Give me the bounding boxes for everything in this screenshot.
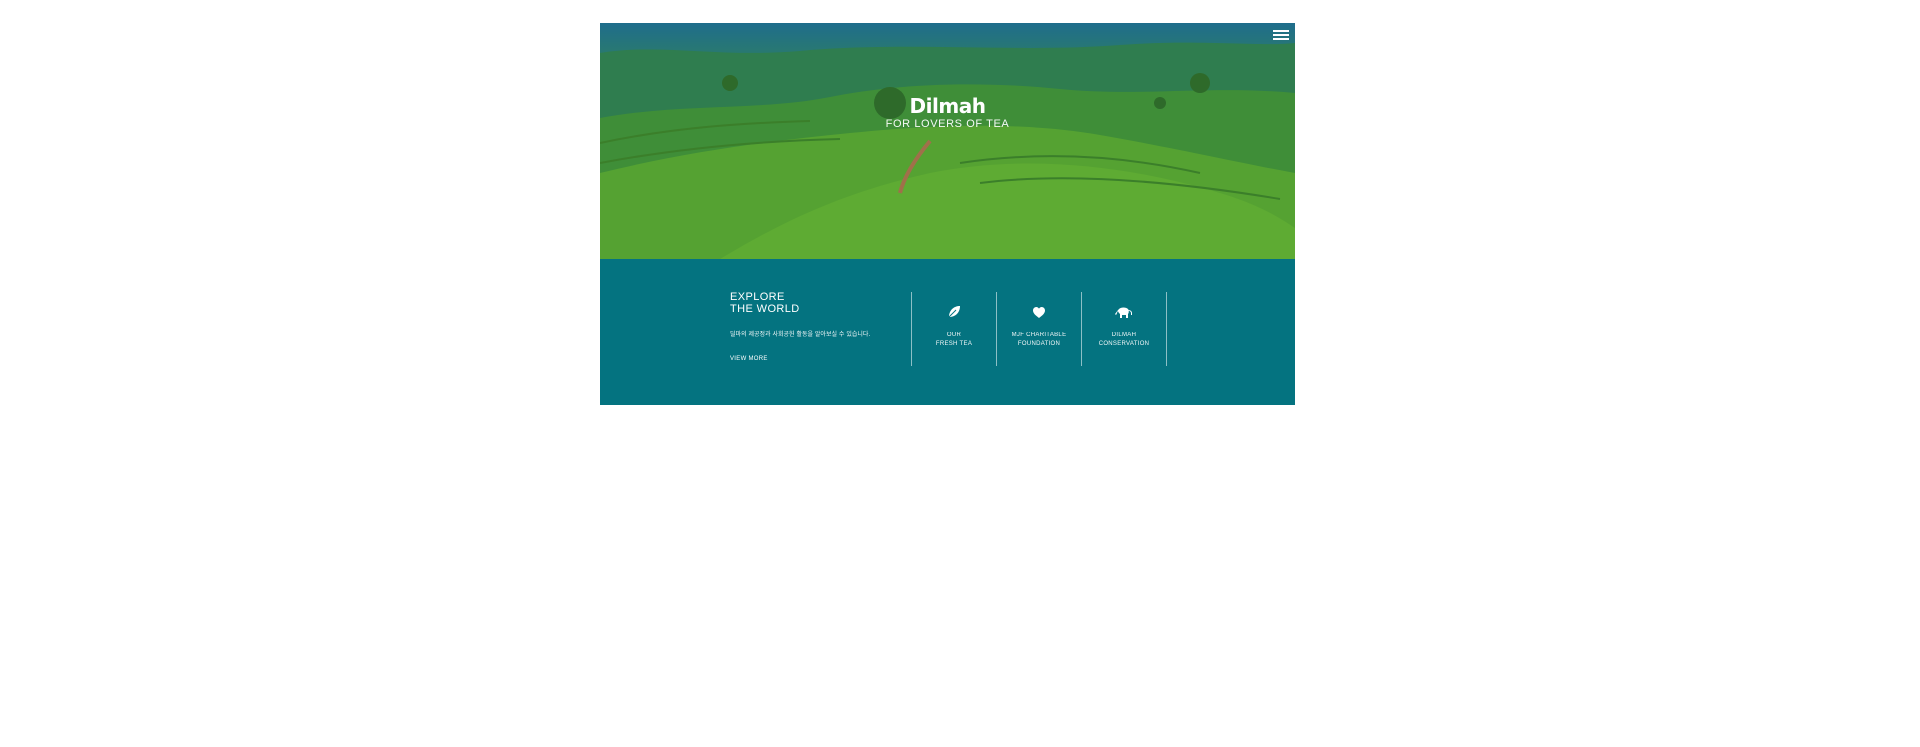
menu-button[interactable] <box>1273 28 1289 42</box>
feature-our-fresh-tea[interactable]: OUR FRESH TEA <box>911 292 996 366</box>
feature-dilmah-conservation[interactable]: DILMAH CONSERVATION <box>1081 292 1167 366</box>
feature-mjf-foundation[interactable]: MJF CHARITABLE FOUNDATION <box>996 292 1081 366</box>
explore-section: EXPLORE THE WORLD 딜마의 제공정과 사회공헌 활동을 알아보실… <box>730 291 890 365</box>
logo[interactable]: Dilmah <box>600 95 1295 117</box>
hamburger-menu-icon <box>1273 30 1289 32</box>
hero-banner: Dilmah FOR LOVERS OF TEA <box>600 23 1295 259</box>
leaf-icon <box>947 304 961 320</box>
tagline: FOR LOVERS OF TEA <box>885 118 1010 130</box>
feature-label: MJF CHARITABLE FOUNDATION <box>1011 332 1067 347</box>
main-frame: Dilmah FOR LOVERS OF TEA EXPLORE THE WOR… <box>600 23 1295 405</box>
elephant-icon <box>1115 304 1133 320</box>
view-more-link[interactable]: VIEW MORE <box>730 356 768 362</box>
feature-links: OUR FRESH TEA MJF CHARITABLE FOUNDATION <box>911 292 1167 366</box>
tea-plantation-image <box>600 42 1295 259</box>
feature-label: OUR FRESH TEA <box>935 332 973 347</box>
brand: Dilmah FOR LOVERS OF TEA <box>600 95 1295 131</box>
heart-icon <box>1032 304 1046 320</box>
explore-title-line1: EXPLORE <box>730 291 785 303</box>
explore-title-line2: THE WORLD <box>730 303 800 315</box>
explore-panel: EXPLORE THE WORLD 딜마의 제공정과 사회공헌 활동을 알아보실… <box>600 259 1295 405</box>
feature-label: DILMAH CONSERVATION <box>1098 332 1150 347</box>
explore-description: 딜마의 제공정과 사회공헌 활동을 알아보실 수 있습니다. <box>730 331 871 338</box>
